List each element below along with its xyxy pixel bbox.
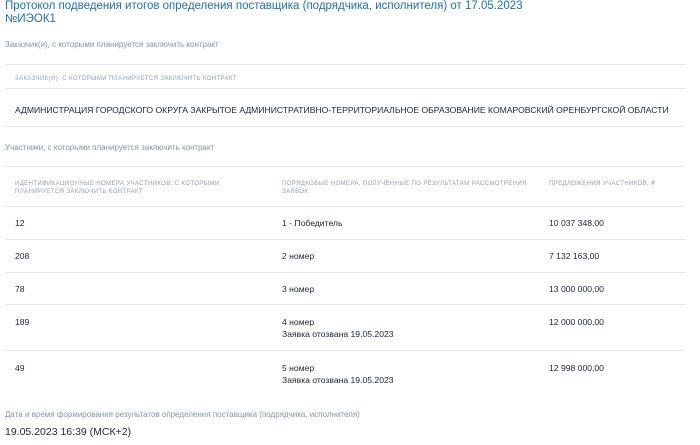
customer-name: АДМИНИСТРАЦИЯ ГОРОДСКОГО ОКРУГА ЗАКРЫТОЕ… [15,105,669,115]
participant-id: 12 [15,218,25,228]
participant-rank: 3 номер [282,284,315,294]
row-divider [5,304,685,305]
row-divider [5,239,685,240]
page-title-line-2: №ИЭОК1 [5,13,56,25]
participant-offer: 12 998 000,00 [549,363,604,373]
row-divider [5,272,685,273]
participant-rank-label: 5 номер [282,363,315,373]
row-divider [5,350,685,351]
column-header-rank-line-1: Порядковые номера, полученные по результ… [282,181,527,187]
participant-id: 49 [15,363,25,373]
participant-withdrawal-note: Заявка отозвана 19.05.2023 [282,329,394,339]
participants-top-divider [5,166,685,167]
customers-top-divider [5,64,685,65]
participant-offer: 10 037 348,00 [549,218,604,228]
participant-rank: 5 номер Заявка отозвана 19.05.2023 [282,362,394,386]
column-header-participant-id: Идентификационные номера участников, с к… [15,180,220,196]
column-header-rank-line-2: заявок [282,189,309,195]
customers-header-divider [5,88,685,89]
column-header-rank: Порядковые номера, полученные по результ… [282,180,527,196]
page-title: Протокол подведения итогов определения п… [5,0,685,26]
participant-rank: 4 номер Заявка отозвана 19.05.2023 [282,316,394,340]
page-title-line-1: Протокол подведения итогов определения п… [5,0,523,12]
participant-rank: 2 номер [282,251,315,261]
customers-column-header: Заказчик(и), с которыми планируется закл… [15,76,237,82]
participant-withdrawal-note: Заявка отозвана 19.05.2023 [282,375,394,385]
participant-offer: 13 000 000,00 [549,284,604,294]
customers-bottom-divider [5,126,685,127]
customers-section-label: Заказчик(и), с которыми планируется закл… [5,40,219,49]
participants-section-label: Участники, с которыми планируется заключ… [5,143,215,152]
results-date-label: Дата и время формирования результатов оп… [5,410,360,419]
participant-offer: 12 000 000,00 [549,317,604,327]
column-header-offer: Предложения участников, ₽ [549,181,656,187]
participant-rank: 1 - Победитель [282,218,343,228]
column-header-participant-id-line-1: Идентификационные номера участников, с к… [15,181,220,187]
results-date-value: 19.05.2023 16:39 (МСК+2) [5,426,132,438]
participant-offer: 7 132 163,00 [549,251,600,261]
participant-id: 78 [15,284,25,294]
protocol-page: Протокол подведения итогов определения п… [0,0,700,445]
participant-id: 189 [15,317,30,327]
column-header-participant-id-line-2: планируется заключить контракт [15,189,143,195]
participant-rank-label: 4 номер [282,317,315,327]
participants-header-divider [5,206,685,207]
participant-id: 208 [15,251,30,261]
